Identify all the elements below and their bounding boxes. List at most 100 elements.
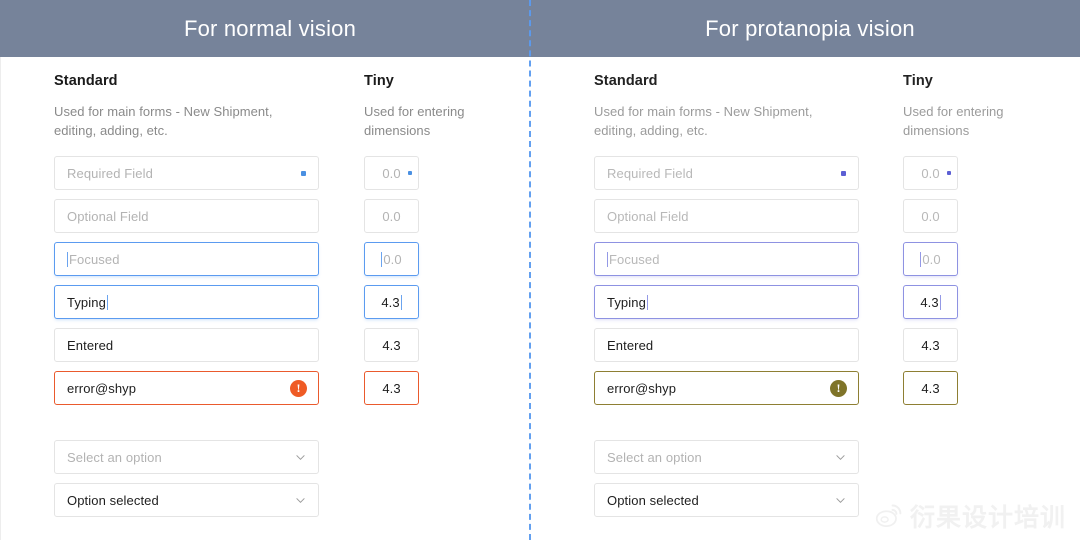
select-filled[interactable]: Option selected — [54, 483, 319, 517]
select-empty[interactable]: Select an option — [54, 440, 319, 474]
tiny-field-required[interactable]: 0.0 — [364, 156, 419, 190]
protanopia-tiny-column: Tiny Used for entering dimensions 0.0 0.… — [870, 57, 1040, 540]
field-optional-text: Optional Field — [67, 208, 149, 224]
tiny-field-optional[interactable]: 0.0 — [903, 199, 958, 233]
field-focused-text: Focused — [609, 251, 660, 267]
field-optional-text: Optional Field — [607, 208, 689, 224]
normal-standard-description: Used for main forms - New Shipment, edit… — [54, 104, 273, 138]
chevron-down-icon — [836, 453, 845, 462]
tiny-field-entered[interactable]: 4.3 — [903, 328, 958, 362]
field-required-text: Required Field — [67, 165, 153, 181]
field-required[interactable]: Required Field — [54, 156, 319, 190]
field-entered-text: Entered — [67, 337, 114, 353]
text-caret-icon — [106, 294, 108, 310]
tiny-field-typing[interactable]: 4.3 — [903, 285, 958, 319]
normal-standard-fields: Required Field Optional Field Focused Ty… — [54, 156, 331, 405]
tiny-field-optional-text: 0.0 — [921, 208, 940, 224]
tiny-field-entered[interactable]: 4.3 — [364, 328, 419, 362]
panel-protanopia-vision: Standard Used for main forms - New Shipm… — [540, 57, 1080, 540]
select-filled-text: Option selected — [67, 492, 159, 508]
field-optional[interactable]: Optional Field — [54, 199, 319, 233]
tiny-field-typing-text: 4.3 — [920, 294, 939, 310]
tiny-field-focused[interactable]: 0.0 — [364, 242, 419, 276]
header-protanopia-vision: For protanopia vision — [540, 0, 1080, 57]
select-filled-text: Option selected — [607, 492, 699, 508]
select-filled[interactable]: Option selected — [594, 483, 859, 517]
protanopia-selects: Select an option Option selected — [594, 440, 870, 517]
tiny-field-error[interactable]: 4.3 — [364, 371, 419, 405]
normal-selects: Select an option Option selected — [54, 440, 331, 517]
text-caret-icon — [920, 251, 922, 267]
field-error[interactable]: error@shyp ! — [594, 371, 859, 405]
normal-tiny-fields: 0.0 0.0 0.0 4.3 4.3 4.3 — [364, 156, 501, 405]
field-entered-text: Entered — [607, 337, 654, 353]
text-caret-icon — [400, 294, 402, 310]
comparison-page: For normal vision For protanopia vision … — [0, 0, 1080, 540]
chevron-down-icon — [836, 496, 845, 505]
protanopia-tiny-fields: 0.0 0.0 0.0 4.3 4.3 4.3 — [903, 156, 1040, 405]
header-normal-vision-title: For normal vision — [183, 15, 357, 41]
panels-container: Standard Used for main forms - New Shipm… — [0, 57, 1080, 540]
field-error-text: error@shyp — [67, 380, 137, 396]
field-required-text: Required Field — [607, 165, 693, 181]
header-band: For normal vision For protanopia vision — [0, 0, 1080, 57]
header-normal-vision: For normal vision — [0, 0, 540, 57]
field-focused[interactable]: Focused — [54, 242, 319, 276]
chevron-down-icon — [296, 496, 305, 505]
protanopia-standard-title: Standard — [594, 73, 658, 89]
error-icon: ! — [830, 379, 847, 397]
tiny-field-required[interactable]: 0.0 — [903, 156, 958, 190]
tiny-field-optional-text: 0.0 — [382, 208, 401, 224]
field-entered[interactable]: Entered — [594, 328, 859, 362]
text-caret-icon — [607, 251, 608, 267]
field-typing[interactable]: Typing — [594, 285, 859, 319]
field-optional[interactable]: Optional Field — [594, 199, 859, 233]
vision-comparison-divider — [529, 0, 531, 540]
field-typing-text: Typing — [67, 294, 106, 310]
text-caret-icon — [646, 294, 648, 310]
required-indicator-dot — [947, 171, 951, 175]
field-required[interactable]: Required Field — [594, 156, 859, 190]
required-indicator-dot — [408, 171, 412, 175]
chevron-down-icon — [296, 453, 305, 462]
tiny-field-entered-text: 4.3 — [921, 337, 940, 353]
protanopia-tiny-description: Used for entering dimensions — [903, 104, 1004, 138]
field-error[interactable]: error@shyp ! — [54, 371, 319, 405]
tiny-field-error-text: 4.3 — [921, 380, 940, 396]
tiny-field-error-text: 4.3 — [382, 380, 401, 396]
tiny-field-required-text: 0.0 — [382, 165, 401, 181]
required-indicator-dot — [841, 170, 846, 176]
text-caret-icon — [381, 251, 383, 267]
field-entered[interactable]: Entered — [54, 328, 319, 362]
tiny-field-typing[interactable]: 4.3 — [364, 285, 419, 319]
select-empty[interactable]: Select an option — [594, 440, 859, 474]
tiny-field-focused-text: 0.0 — [383, 251, 402, 267]
header-protanopia-vision-title: For protanopia vision — [705, 15, 915, 41]
required-indicator-dot — [301, 170, 306, 176]
field-focused[interactable]: Focused — [594, 242, 859, 276]
tiny-field-focused-text: 0.0 — [922, 251, 941, 267]
protanopia-tiny-title: Tiny — [903, 73, 933, 89]
field-error-text: error@shyp — [607, 380, 677, 396]
field-typing-text: Typing — [607, 294, 646, 310]
tiny-field-required-text: 0.0 — [921, 165, 940, 181]
protanopia-standard-fields: Required Field Optional Field Focused Ty… — [594, 156, 870, 405]
tiny-field-error[interactable]: 4.3 — [903, 371, 958, 405]
protanopia-standard-column: Standard Used for main forms - New Shipm… — [540, 57, 870, 540]
normal-standard-column: Standard Used for main forms - New Shipm… — [1, 57, 331, 540]
normal-standard-title: Standard — [54, 73, 118, 89]
text-caret-icon — [67, 251, 68, 267]
panel-normal-vision: Standard Used for main forms - New Shipm… — [0, 57, 540, 540]
tiny-field-optional[interactable]: 0.0 — [364, 199, 419, 233]
tiny-field-entered-text: 4.3 — [382, 337, 401, 353]
normal-tiny-title: Tiny — [364, 73, 394, 89]
select-empty-text: Select an option — [67, 449, 162, 465]
field-focused-text: Focused — [69, 251, 120, 267]
error-icon: ! — [290, 379, 307, 397]
protanopia-standard-description: Used for main forms - New Shipment, edit… — [594, 104, 813, 138]
select-empty-text: Select an option — [607, 449, 702, 465]
tiny-field-typing-text: 4.3 — [381, 294, 400, 310]
tiny-field-focused[interactable]: 0.0 — [903, 242, 958, 276]
field-typing[interactable]: Typing — [54, 285, 319, 319]
text-caret-icon — [939, 294, 941, 310]
